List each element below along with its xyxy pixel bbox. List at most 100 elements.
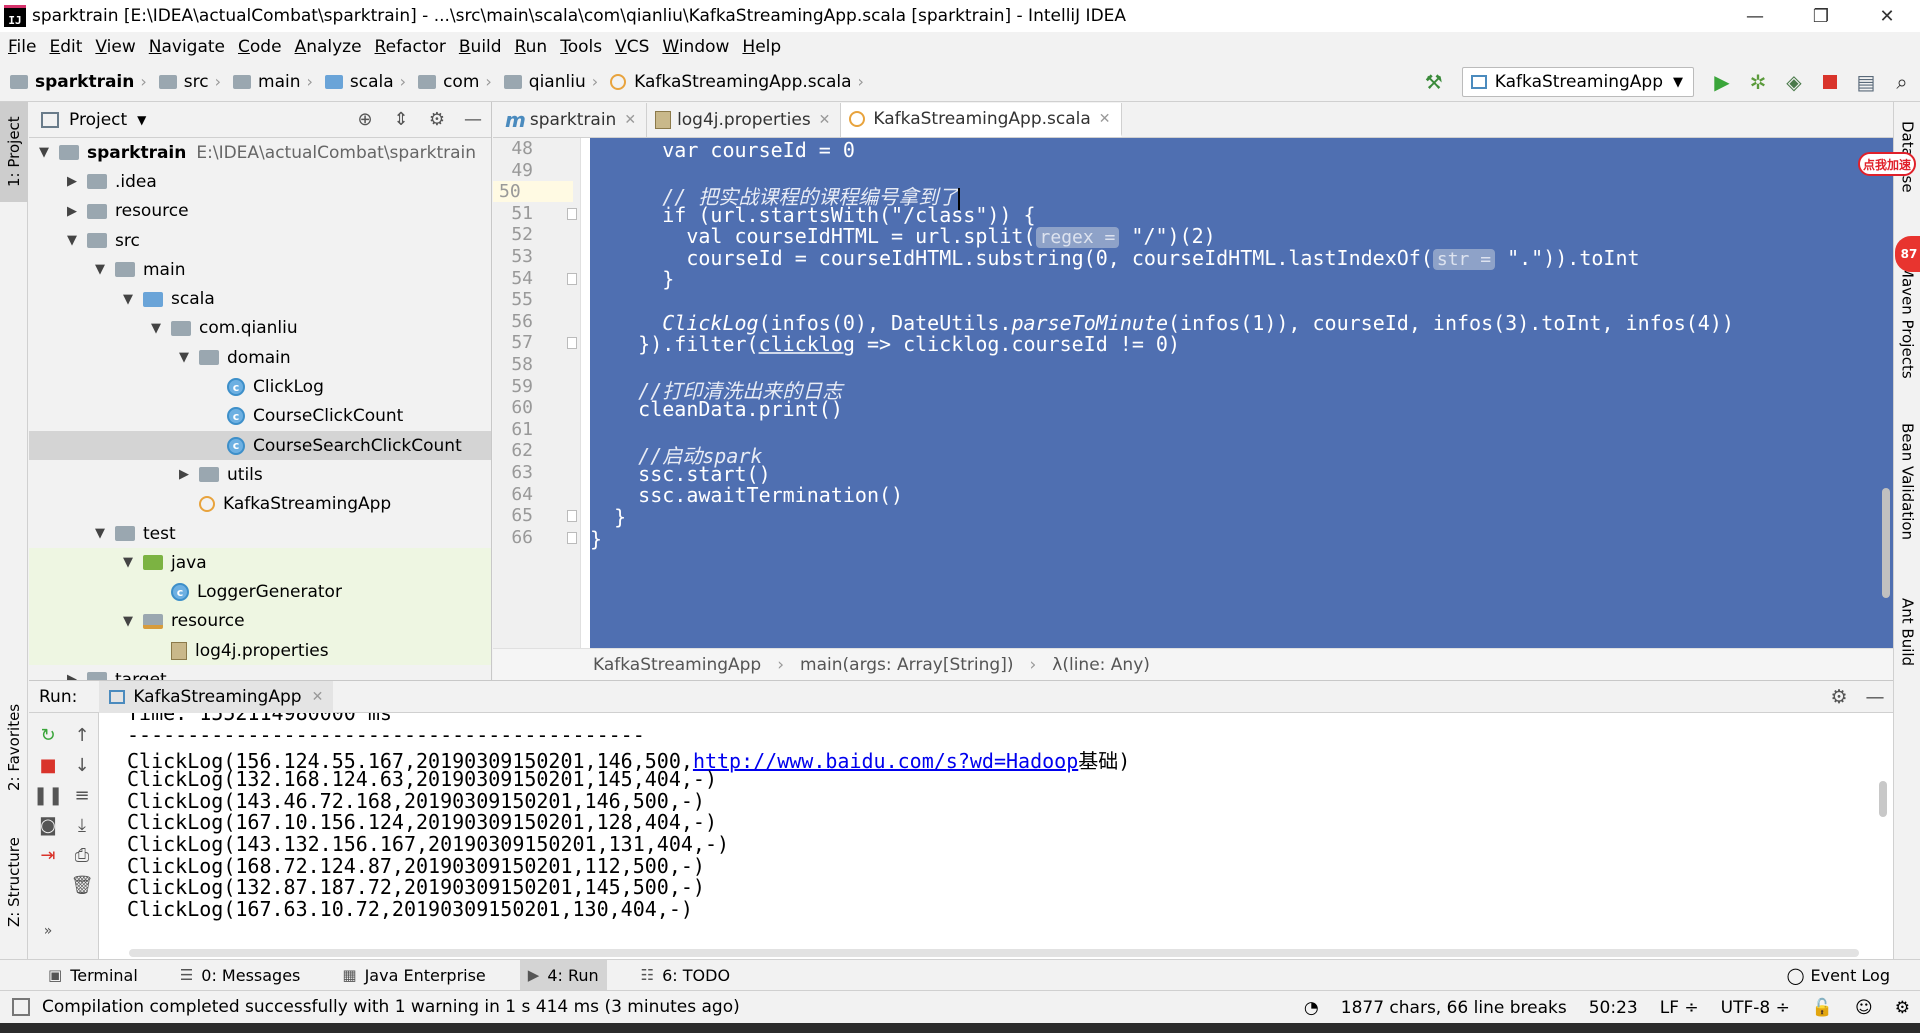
tree-item-target[interactable]: ▶ target <box>29 665 491 680</box>
hector-icon[interactable]: ☺ <box>1855 998 1873 1018</box>
tree-item-sparktrain[interactable]: ▼ sparktrain E:\IDEA\actualCombat\sparktra… <box>29 138 491 167</box>
event-log-button[interactable]: ◯ Event Log <box>1787 960 1890 991</box>
tree-item-kafkastreamingapp[interactable]: KafkaStreamingApp <box>29 490 491 519</box>
tab-log4j-properties[interactable]: log4j.properties ✕ <box>647 103 842 137</box>
tree-item-clicklog[interactable]: c ClickLog <box>29 372 491 401</box>
chevron-down-icon[interactable]: ▼ <box>119 292 137 307</box>
rerun-icon[interactable]: ↻ <box>33 725 63 746</box>
camera-icon[interactable]: ◙ <box>33 815 63 836</box>
fold-marker-icon[interactable] <box>567 531 577 544</box>
menu-window[interactable]: Window <box>658 37 738 57</box>
console-scrollbar[interactable] <box>1879 781 1887 817</box>
maximize-button[interactable]: ❐ <box>1788 0 1854 32</box>
tab-kafkastreamingapp[interactable]: KafkaStreamingApp.scala ✕ <box>841 103 1122 137</box>
tab-bean-validation[interactable]: Bean Validation <box>1894 412 1920 552</box>
settings-icon[interactable]: ⚙ <box>1895 998 1910 1018</box>
gear-icon[interactable]: ⚙ <box>419 109 455 130</box>
print-icon[interactable]: ⎙ <box>67 845 97 866</box>
close-icon[interactable]: ✕ <box>819 112 831 128</box>
line-number-gutter[interactable]: 48 49 50 51 52 53 54 55 56 57 58 59 60 61 62 63 64 65 66 <box>493 138 581 648</box>
code-area[interactable]: 48 49 50 51 52 53 54 55 56 57 58 59 60 61 62 63 64 65 66 v… <box>493 138 1893 648</box>
tree-item-utils[interactable]: ▶ utils <box>29 460 491 489</box>
gear-icon[interactable]: ⚙ <box>1821 686 1857 708</box>
chevron-right-icon[interactable]: ▶ <box>63 204 81 219</box>
breadcrumb-qianliu[interactable]: qianliu › <box>503 72 606 92</box>
tree-item-loggergenerator[interactable]: c LoggerGenerator <box>29 577 491 607</box>
hide-icon[interactable]: — <box>1857 686 1893 708</box>
breadcrumb-method[interactable]: main(args: Array[String]) <box>800 655 1013 675</box>
more-icon[interactable]: » <box>33 923 63 939</box>
tree-item-resource[interactable]: ▼ resource <box>29 606 491 637</box>
lock-icon[interactable]: 🔓 <box>1812 998 1833 1018</box>
tab-favorites[interactable]: 2: Favorites <box>0 692 28 802</box>
tab-project[interactable]: 1: Project <box>0 102 28 202</box>
collapse-all-icon[interactable]: ⇕ <box>383 109 419 130</box>
tool-windows-toggle-icon[interactable] <box>12 998 30 1016</box>
breadcrumb-scala[interactable]: scala › <box>324 72 414 92</box>
run-tab-kafkastreamingapp[interactable]: KafkaStreamingApp ✕ <box>99 680 334 713</box>
tree-item-domain[interactable]: ▼ domain <box>29 343 491 372</box>
console-link[interactable]: http://www.baidu.com/s?wd=Hadoop <box>693 749 1078 773</box>
console-horizontal-scrollbar[interactable] <box>129 949 1859 957</box>
caret-position[interactable]: 50:23 <box>1589 998 1638 1018</box>
tab-structure[interactable]: Z: Structure <box>0 822 28 942</box>
scroll-up-icon[interactable]: ↑ <box>67 725 97 746</box>
fold-marker-icon[interactable] <box>567 207 577 220</box>
chevron-down-icon[interactable]: ▼ <box>63 233 81 248</box>
breadcrumb-sparktrain[interactable]: sparktrain › <box>10 72 155 92</box>
tab-sparktrain[interactable]: m sparktrain ✕ <box>497 103 648 137</box>
close-icon[interactable]: ✕ <box>1099 111 1111 127</box>
tree-item-log4j-properties[interactable]: log4j.properties <box>29 636 491 666</box>
file-encoding[interactable]: UTF-8 ÷ <box>1721 998 1790 1018</box>
exit-icon[interactable]: ⇥ <box>33 845 63 866</box>
chevron-down-icon[interactable]: ▼ <box>137 113 146 127</box>
chevron-down-icon[interactable]: ▼ <box>147 321 165 336</box>
coverage-icon[interactable]: ◈ <box>1776 62 1812 102</box>
console-output[interactable]: Time: 1552114980000 ms -----------------… <box>99 713 1893 960</box>
fold-marker-icon[interactable] <box>567 510 577 523</box>
breadcrumb-src[interactable]: src › <box>158 72 229 92</box>
close-icon[interactable]: ✕ <box>624 112 636 128</box>
breadcrumb-com[interactable]: com › <box>418 72 500 92</box>
toolwindow-terminal[interactable]: ▣ Terminal <box>40 960 146 991</box>
menu-edit[interactable]: Edit <box>45 37 91 57</box>
chevron-right-icon[interactable]: ▶ <box>63 672 81 680</box>
toolwindow-todo[interactable]: ☷ 6: TODO <box>633 960 738 991</box>
stop-icon[interactable]: ■ <box>33 755 63 776</box>
breadcrumb-object[interactable]: KafkaStreamingApp <box>593 655 761 675</box>
menu-run[interactable]: Run <box>511 37 557 57</box>
chevron-right-icon[interactable]: ▶ <box>175 467 193 482</box>
tree-item--idea[interactable]: ▶ .idea <box>29 167 491 196</box>
scrollbar-thumb[interactable] <box>1882 488 1890 598</box>
chevron-down-icon[interactable]: ▼ <box>91 526 109 541</box>
tree-item-main[interactable]: ▼ main <box>29 255 491 284</box>
trash-icon[interactable]: 🗑 <box>67 875 97 896</box>
close-button[interactable]: ✕ <box>1854 0 1920 32</box>
chevron-right-icon[interactable]: ▶ <box>63 174 81 189</box>
menu-analyze[interactable]: Analyze <box>291 37 371 57</box>
tree-item-courseclickcount[interactable]: c CourseClickCount <box>29 402 491 431</box>
toolwindow-messages[interactable]: ☰ 0: Messages <box>172 960 309 991</box>
menu-vcs[interactable]: VCS <box>611 37 658 57</box>
menu-navigate[interactable]: Navigate <box>145 37 234 57</box>
breadcrumb-main[interactable]: main › <box>233 72 321 92</box>
toolwindow-java-enterprise[interactable]: ▦ Java Enterprise <box>334 960 493 991</box>
menu-view[interactable]: View <box>91 37 144 57</box>
chevron-down-icon[interactable]: ▼ <box>91 262 109 277</box>
chevron-down-icon[interactable]: ▼ <box>175 350 193 365</box>
toolwindow-run[interactable]: ▶ 4: Run <box>519 959 607 991</box>
run-config-select[interactable]: KafkaStreamingApp ▼ <box>1461 67 1694 97</box>
menu-help[interactable]: Help <box>738 37 790 57</box>
editor-scrollbar[interactable] <box>1878 138 1893 648</box>
menu-refactor[interactable]: Refactor <box>371 37 455 57</box>
menu-code[interactable]: Code <box>234 37 291 57</box>
tree-item-test[interactable]: ▼ test <box>29 519 491 548</box>
tree-item-scala[interactable]: ▼ scala <box>29 284 491 313</box>
fold-marker-icon[interactable] <box>567 272 577 285</box>
tab-ant-build[interactable]: Ant Build <box>1894 582 1920 682</box>
line-separator[interactable]: LF ÷ <box>1660 998 1699 1018</box>
build-hammer-icon[interactable]: ⚒ <box>1416 62 1452 102</box>
chevron-down-icon[interactable]: ▼ <box>119 614 137 629</box>
accelerate-count-badge[interactable]: 87 <box>1895 236 1920 272</box>
memory-indicator-icon[interactable]: ◔ <box>1304 998 1319 1018</box>
